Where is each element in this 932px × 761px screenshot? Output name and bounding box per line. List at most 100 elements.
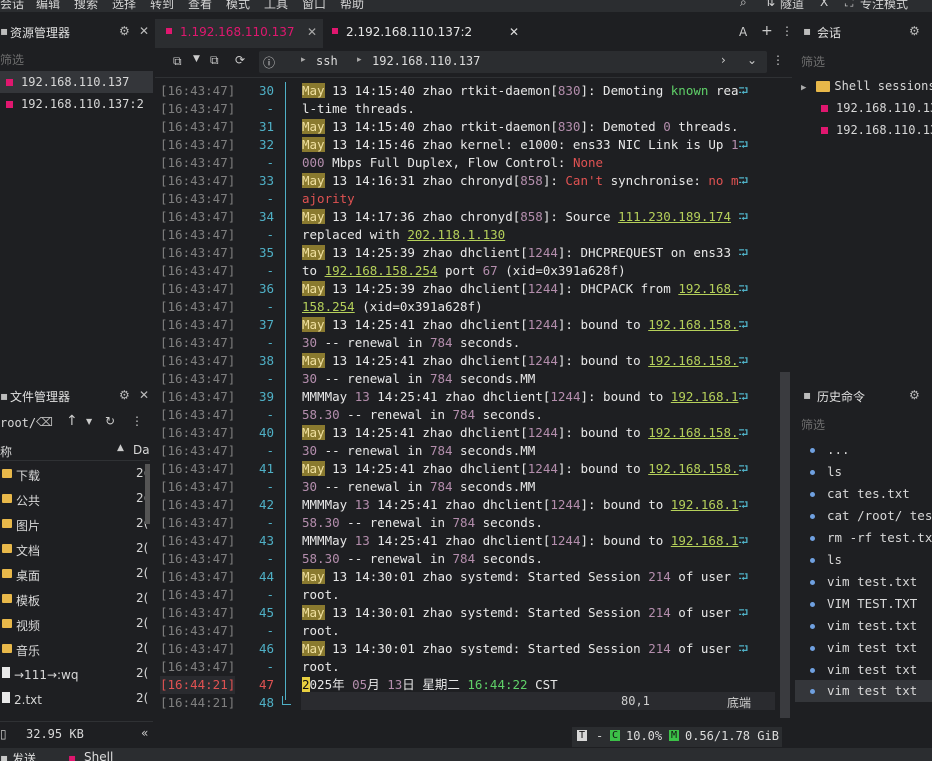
new-tab-button[interactable]: + bbox=[761, 23, 773, 39]
history-item[interactable]: ... bbox=[810, 442, 850, 457]
shell-tab[interactable]: Shell bbox=[84, 750, 113, 761]
chevron-down-icon[interactable]: ▼ bbox=[86, 417, 92, 426]
chevron-right-icon[interactable]: › bbox=[721, 53, 726, 67]
more-icon[interactable]: ⋮ bbox=[131, 414, 143, 428]
host-label[interactable]: 192.168.110.137 bbox=[372, 54, 480, 68]
menu-mode[interactable]: 模式 bbox=[226, 0, 250, 12]
session-item[interactable]: 192.168.110.137:2 bbox=[821, 123, 932, 137]
up-arrow-icon[interactable]: ↑ bbox=[66, 413, 78, 429]
sort-icon[interactable]: ▲ bbox=[117, 443, 124, 453]
menu-goto[interactable]: 转到 bbox=[150, 0, 174, 12]
line-number: 36 bbox=[258, 281, 274, 296]
close-icon[interactable]: ✕ bbox=[307, 25, 317, 39]
path-input[interactable]: root/ bbox=[0, 416, 36, 430]
protocol-label[interactable]: ssh bbox=[316, 54, 338, 68]
gear-icon[interactable]: ⚙ bbox=[909, 24, 920, 38]
menu-help[interactable]: 帮助 bbox=[340, 0, 364, 12]
menu-edit[interactable]: 编辑 bbox=[36, 0, 60, 12]
file-row[interactable]: →111→:wq 2( bbox=[0, 661, 150, 686]
text-segment: May bbox=[302, 119, 325, 134]
history-item[interactable]: cat /root/ tes. bbox=[810, 508, 932, 523]
sessions-filter[interactable]: 筛选 bbox=[801, 53, 825, 70]
menu-search[interactable]: 搜索 bbox=[74, 0, 98, 12]
focus-mode-button[interactable]: 专注模式 bbox=[860, 0, 908, 12]
scrollbar[interactable] bbox=[145, 464, 150, 524]
reconnect-icon[interactable]: ⟳ bbox=[235, 53, 245, 67]
line-number: 38 bbox=[258, 353, 274, 368]
font-button[interactable]: A bbox=[739, 25, 747, 39]
session-item[interactable]: 192.168.110.137:2 bbox=[0, 93, 144, 115]
text-segment: None bbox=[572, 155, 604, 170]
session-group[interactable]: ▶ Shell sessions bbox=[801, 79, 932, 93]
gear-icon[interactable]: ⚙ bbox=[119, 388, 130, 402]
history-item[interactable]: ls bbox=[810, 464, 842, 479]
menu-view[interactable]: 查看 bbox=[188, 0, 212, 12]
file-row[interactable]: 音乐 2( bbox=[0, 636, 150, 661]
timestamp: [16:43:47] bbox=[160, 83, 236, 98]
line-content: May 13 14:25:39 zhao dhclient[1244]: DHC… bbox=[302, 280, 748, 298]
tunnel-button[interactable]: 隧道 bbox=[780, 0, 804, 12]
file-row[interactable]: 公共 2( bbox=[0, 486, 150, 511]
file-row[interactable]: 文档 2( bbox=[0, 536, 150, 561]
menu-tools[interactable]: 工具 bbox=[264, 0, 288, 12]
refresh-icon[interactable]: ↻ bbox=[105, 414, 115, 428]
file-row[interactable]: 2.txt 2( bbox=[0, 686, 150, 711]
column-name-header[interactable]: 称 bbox=[0, 443, 12, 460]
explorer-filter[interactable]: 筛选 bbox=[0, 51, 24, 68]
text-segment: threads. bbox=[670, 119, 739, 134]
bullet-icon bbox=[810, 689, 815, 694]
text-segment: root. bbox=[302, 659, 340, 674]
menu-select[interactable]: 选择 bbox=[112, 0, 136, 12]
terminal-view[interactable]: [16:43:47] 30 May 13 14:15:40 zhao rtkit-d… bbox=[155, 78, 792, 718]
history-item[interactable]: cat tes.txt bbox=[810, 486, 910, 501]
tab-session-2[interactable]: 2.192.168.110.137:2 ✕ bbox=[325, 19, 521, 47]
clear-icon[interactable]: ⌫ bbox=[36, 415, 53, 429]
tab-session-1[interactable]: 1.192.168.110.137 ✕ bbox=[155, 19, 323, 48]
history-item[interactable]: VIM TEST.TXT bbox=[810, 596, 917, 611]
close-icon[interactable]: ✕ bbox=[509, 25, 519, 39]
column-date-header[interactable]: Da bbox=[133, 443, 150, 457]
history-item[interactable]: vim test txt bbox=[795, 680, 932, 702]
chevron-right-icon[interactable]: ▶ bbox=[801, 83, 806, 93]
session-item[interactable]: 192.168.110.137 bbox=[0, 71, 153, 93]
send-tab[interactable]: 发送 bbox=[12, 750, 36, 761]
close-icon[interactable]: ✕ bbox=[139, 388, 149, 402]
history-item[interactable]: ls bbox=[810, 552, 842, 567]
file-row[interactable]: 视频 2( bbox=[0, 611, 150, 636]
history-item[interactable]: vim test txt bbox=[810, 640, 917, 655]
text-segment bbox=[731, 209, 739, 224]
text-segment: 13 14:25:39 zhao dhclient[ bbox=[324, 245, 528, 260]
chevron-down-icon[interactable]: ▼ bbox=[193, 54, 200, 64]
close-icon[interactable]: ✕ bbox=[139, 24, 149, 38]
info-icon[interactable]: ⓘ bbox=[263, 54, 275, 71]
file-row[interactable]: 下载 2( bbox=[0, 461, 150, 486]
history-item[interactable]: rm -rf test.txt bbox=[810, 530, 932, 545]
new-session-icon[interactable]: ⧉ bbox=[173, 54, 182, 69]
history-item[interactable]: vim test txt bbox=[810, 662, 917, 677]
menu-window[interactable]: 窗口 bbox=[302, 0, 326, 12]
explorer-title: 资源管理器 bbox=[10, 26, 71, 40]
gear-icon[interactable]: ⚙ bbox=[909, 388, 920, 402]
search-icon[interactable]: ⌕ bbox=[740, 0, 747, 10]
session-item[interactable]: 192.168.110.137 bbox=[821, 101, 932, 115]
scrollbar[interactable] bbox=[780, 372, 790, 718]
address-bar[interactable]: ⓘ ▸ ssh ▸ 192.168.110.137 › ⌄ bbox=[259, 51, 767, 73]
line-content: May 13 14:30:01 zhao systemd: Started Se… bbox=[302, 568, 748, 586]
gear-icon[interactable]: ⚙ bbox=[119, 24, 130, 38]
file-row[interactable]: 图片 2( bbox=[0, 511, 150, 536]
history-filter[interactable]: 筛选 bbox=[801, 416, 825, 433]
history-item[interactable]: vim test.txt bbox=[810, 618, 917, 633]
x-button[interactable]: X bbox=[820, 0, 828, 9]
duplicate-icon[interactable]: ⧉ bbox=[210, 53, 219, 68]
line-number: - bbox=[266, 587, 274, 602]
menu-session[interactable]: 会话 bbox=[0, 0, 24, 12]
collapse-icon[interactable]: « bbox=[141, 726, 148, 740]
text-segment: -- renewal in bbox=[317, 443, 430, 458]
more-icon[interactable]: ⋮ bbox=[781, 24, 793, 38]
chevron-down-icon[interactable]: ⌄ bbox=[747, 53, 757, 67]
more-icon[interactable]: ⋮ bbox=[772, 53, 784, 67]
text-segment: -- renewal in bbox=[317, 479, 430, 494]
file-row[interactable]: 桌面 2( bbox=[0, 561, 150, 586]
history-item[interactable]: vim test.txt bbox=[810, 574, 917, 589]
file-row[interactable]: 模板 2( bbox=[0, 586, 150, 611]
